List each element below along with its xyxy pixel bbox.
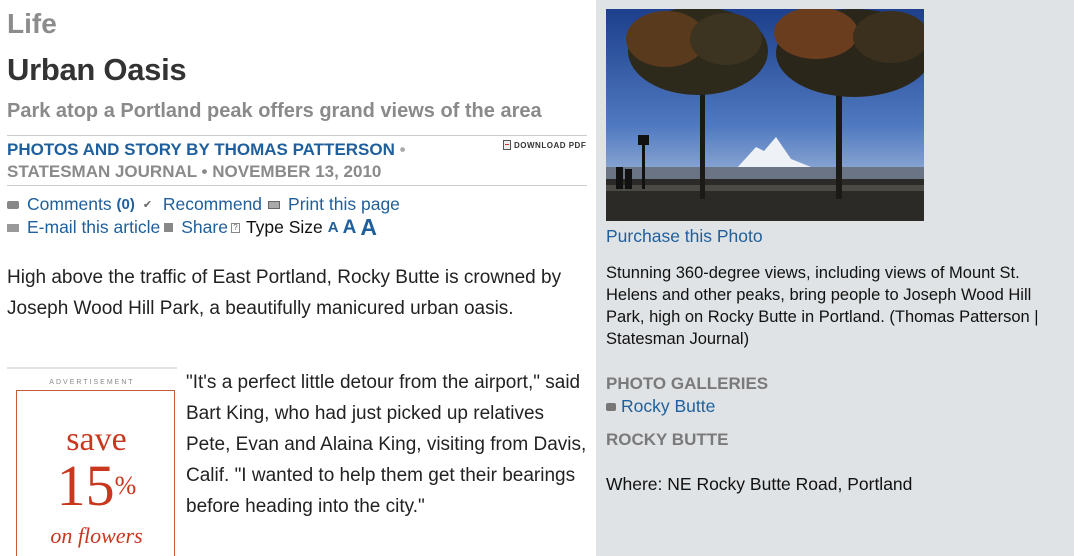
location-text: Where: NE Rocky Butte Road, Portland	[606, 474, 913, 494]
pdf-icon	[503, 140, 511, 150]
print-link[interactable]: Print this page	[288, 193, 400, 216]
download-pdf-button[interactable]: DOWNLOAD PDF	[503, 140, 586, 150]
photo-caption: Stunning 360-degree views, including vie…	[606, 264, 1039, 348]
comments-count: (0)	[116, 196, 135, 213]
byline-publication: STATESMAN JOURNAL • NOVEMBER 13, 2010	[7, 162, 382, 181]
type-size-label: Type Size	[245, 217, 323, 237]
article-photo[interactable]	[606, 9, 924, 221]
article-column: Life Urban Oasis Park atop a Portland pe…	[7, 0, 587, 556]
gallery-link-rocky-butte[interactable]: Rocky Butte	[606, 396, 715, 417]
print-icon	[268, 200, 281, 209]
photo-sidebar: Purchase this Photo Stunning 360-degree …	[596, 0, 1074, 556]
byline-separator: •	[399, 140, 406, 159]
ad-percent-number: 15	[56, 453, 115, 518]
ad-percent: 15%	[17, 457, 176, 515]
divider	[7, 135, 587, 136]
byline: PHOTOS AND STORY BY THOMAS PATTERSON • S…	[7, 139, 487, 183]
advertisement-box: ADVERTISEMENT save 15% on flowers	[7, 367, 177, 556]
download-pdf-label: DOWNLOAD PDF	[514, 140, 587, 150]
comment-icon	[7, 200, 19, 209]
gallery-link-label: Rocky Butte	[621, 396, 716, 416]
type-size-large[interactable]: A	[360, 216, 377, 239]
share-link[interactable]: Share	[181, 216, 228, 239]
info-heading: ROCKY BUTTE	[606, 430, 729, 449]
ad-percent-sign: %	[114, 471, 137, 500]
recommend-link[interactable]: Recommend	[163, 193, 262, 216]
email-icon	[7, 223, 19, 232]
check-icon	[143, 194, 155, 217]
email-link[interactable]: E-mail this article	[27, 216, 160, 239]
type-size-small[interactable]: A	[328, 216, 339, 239]
article-body-paragraph: "It's a perfect little detour from the a…	[186, 372, 587, 517]
ad-flowers-text: on flowers	[50, 523, 143, 548]
type-size-medium[interactable]: A	[343, 216, 357, 239]
section-label[interactable]: Life	[7, 8, 57, 40]
byline-author[interactable]: PHOTOS AND STORY BY THOMAS PATTERSON	[7, 140, 395, 159]
divider	[7, 185, 587, 186]
photo-galleries-heading: PHOTO GALLERIES	[606, 374, 769, 393]
camera-icon	[606, 402, 616, 411]
article-lead-paragraph: High above the traffic of East Portland,…	[7, 267, 562, 319]
ad-label: ADVERTISEMENT	[49, 379, 135, 386]
share-icon	[164, 223, 174, 232]
ad-banner[interactable]: save 15% on flowers	[16, 390, 175, 556]
article-tools: Comments (0) Recommend Print this page E…	[7, 193, 400, 239]
help-icon[interactable]: ?	[230, 222, 240, 233]
headline: Urban Oasis	[7, 52, 187, 87]
comments-link[interactable]: Comments	[27, 193, 112, 216]
rocky-butte-photo	[606, 9, 924, 221]
purchase-photo-link[interactable]: Purchase this Photo	[606, 226, 763, 247]
subheadline: Park atop a Portland peak offers grand v…	[7, 100, 542, 122]
